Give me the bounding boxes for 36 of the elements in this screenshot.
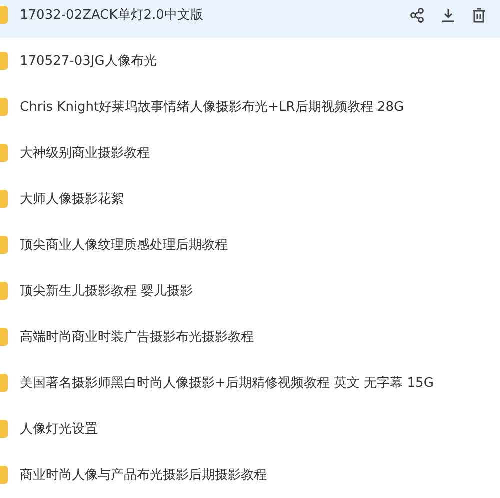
file-row[interactable]: 17032-02ZACK单灯2.0中文版 (0, 0, 500, 38)
folder-icon (0, 236, 8, 254)
download-icon[interactable] (441, 8, 456, 22)
file-name: 顶尖商业人像纹理质感处理后期教程 (20, 237, 229, 254)
file-row[interactable]: 大师人像摄影花絮 (0, 176, 500, 222)
file-row[interactable]: 170527-03JG人像布光 (0, 38, 500, 84)
folder-icon (0, 98, 8, 116)
file-name: Chris Knight好莱坞故事情绪人像摄影布光+LR后期视频教程 28G (20, 99, 406, 116)
file-name: 17032-02ZACK单灯2.0中文版 (20, 7, 204, 24)
file-row[interactable]: 美国著名摄影师黑白时尚人像摄影+后期精修视频教程 英文 无字幕 15G (0, 360, 500, 406)
file-row[interactable]: 人像灯光设置 (0, 406, 500, 452)
file-row[interactable]: Chris Knight好莱坞故事情绪人像摄影布光+LR后期视频教程 28G (0, 84, 500, 130)
file-name: 商业时尚人像与产品布光摄影后期摄影教程 (20, 467, 268, 484)
file-row[interactable]: 高端时尚商业时装广告摄影布光摄影教程 (0, 314, 500, 360)
folder-icon (0, 420, 8, 438)
file-row[interactable]: 顶尖商业人像纹理质感处理后期教程 (0, 222, 500, 268)
file-name: 大神级别商业摄影教程 (20, 145, 151, 162)
folder-icon (0, 52, 8, 70)
file-name: 顶尖新生儿摄影教程 婴儿摄影 (20, 283, 194, 300)
file-row[interactable]: 商业时尚人像与产品布光摄影后期摄影教程 (0, 452, 500, 498)
share-icon[interactable] (410, 8, 425, 22)
folder-icon (0, 190, 8, 208)
folder-icon (0, 282, 8, 300)
folder-icon (0, 6, 8, 24)
file-name: 大师人像摄影花絮 (20, 191, 125, 208)
folder-icon (0, 328, 8, 346)
file-name: 170527-03JG人像布光 (20, 53, 158, 70)
file-row[interactable]: 顶尖新生儿摄影教程 婴儿摄影 (0, 268, 500, 314)
file-row[interactable]: 大神级别商业摄影教程 (0, 130, 500, 176)
folder-icon (0, 466, 8, 484)
trash-icon[interactable] (472, 8, 486, 22)
file-name: 美国著名摄影师黑白时尚人像摄影+后期精修视频教程 英文 无字幕 15G (20, 375, 435, 392)
folder-icon (0, 144, 8, 162)
file-name: 人像灯光设置 (20, 421, 99, 438)
file-name: 高端时尚商业时装广告摄影布光摄影教程 (20, 329, 255, 346)
folder-icon (0, 374, 8, 392)
